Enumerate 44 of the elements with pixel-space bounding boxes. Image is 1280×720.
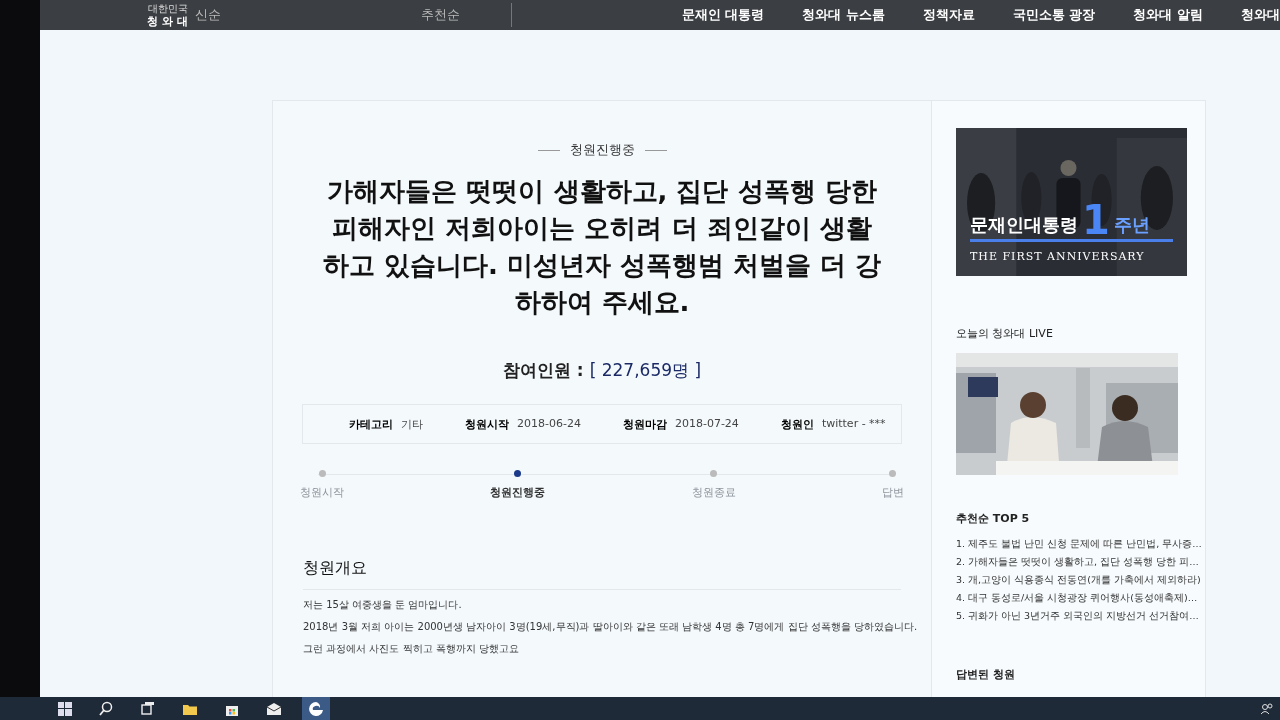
info-label: 카테고리 xyxy=(349,416,393,432)
info-label: 청원시작 xyxy=(465,416,509,432)
logo-subtitle: 대한민국 xyxy=(147,3,188,14)
progress-step-label: 답변 xyxy=(882,485,904,500)
banner-subtitle: THE FIRST ANNIVERSARY xyxy=(970,250,1145,263)
banner[interactable]: 문재인대통령 1 주년 THE FIRST ANNIVERSARY xyxy=(956,128,1187,276)
progress-step-label: 청원시작 xyxy=(300,485,344,500)
nav-menu-item[interactable]: 정책자료 xyxy=(922,6,975,24)
ranked-petition-link[interactable]: 3. 개,고양이 식용종식 전동연(개를 가축에서 제외하라) xyxy=(956,574,1205,587)
ranked-petition-link[interactable]: 4. 대구 동성로/서울 시청광장 퀴어행사(동성애축제)… xyxy=(956,592,1205,605)
info-value: twitter - *** xyxy=(821,416,886,432)
sidebar-heading: 오늘의 청와대 LIVE xyxy=(956,326,1054,341)
sidebar-heading: 추천순 TOP 5 xyxy=(956,511,1031,526)
site-logo[interactable]: 청 와 대 xyxy=(147,15,188,27)
ranked-petition-link[interactable]: 2. 가해자들은 떳떳이 생활하고, 집단 성폭행 당한 피… xyxy=(956,556,1205,569)
nav-menu-item[interactable]: 청와대 알림 xyxy=(1133,6,1203,24)
ranked-petition-link[interactable]: 5. 귀화가 아닌 3년거주 외국인의 지방선거 선거참여… xyxy=(956,610,1205,623)
info-value: 기타 xyxy=(401,416,423,432)
nav-menu-item[interactable]: 국민소통 광장 xyxy=(1012,6,1096,24)
info-label: 청원마감 xyxy=(622,416,667,432)
petition-title: 가해자들은 떳떳이 생활하고, 집단 성폭행 당한 피해자인 저희아이는 오히려 더 죄인같이 생활하고 있습니다. 미성년자 성폭행범 처벌을 더 강하하여 주세요. xyxy=(322,175,882,319)
sort-tab[interactable]: 신순 xyxy=(195,6,222,24)
progress-step-label: 청원진행중 xyxy=(490,485,546,500)
nav-menu-item[interactable]: 청와대 뉴스룸 xyxy=(802,6,885,24)
participants-label: 참여인원 : xyxy=(502,359,584,382)
ranked-petition-link[interactable]: 1. 제주도 불법 난민 신청 문제에 따른 난민법, 무사증… xyxy=(956,538,1205,551)
browser-icon[interactable] xyxy=(302,697,330,720)
progress-step-label: 청원종료 xyxy=(691,485,736,500)
body-paragraph: 그런 과정에서 사진도 찍히고 폭행까지 당했고요 xyxy=(303,642,519,656)
info-value: 2018-07-24 xyxy=(674,416,739,432)
info-label: 청원인 xyxy=(780,416,814,432)
participants-count: [ 227,659명 ] xyxy=(589,359,702,382)
body-paragraph: 저는 15살 여중생을 둔 엄마입니다. xyxy=(303,598,462,612)
sort-tab[interactable]: 추천순 xyxy=(421,6,461,24)
section-heading: 청원개요 xyxy=(303,558,367,579)
nav-menu-item[interactable]: 청와대 xyxy=(1241,6,1280,24)
banner-title: 문재인대통령 xyxy=(970,213,1078,237)
petition-status: 청원진행중 xyxy=(569,141,635,159)
body-paragraph: 2018년 3월 저희 아이는 2000년생 남자아이 3명(19세,무직)과 딸아이와 같은 또래 남학생 4명 총 7명에게 집단 성폭행을 당하였습니다. xyxy=(303,620,918,634)
nav-menu-item[interactable]: 문재인 대통령 xyxy=(681,6,765,24)
info-value: 2018-06-24 xyxy=(517,416,581,432)
banner-suffix: 주년 xyxy=(1113,213,1150,237)
banner-number: 1 xyxy=(1082,203,1110,237)
sidebar-heading: 답변된 청원 xyxy=(956,667,1016,682)
